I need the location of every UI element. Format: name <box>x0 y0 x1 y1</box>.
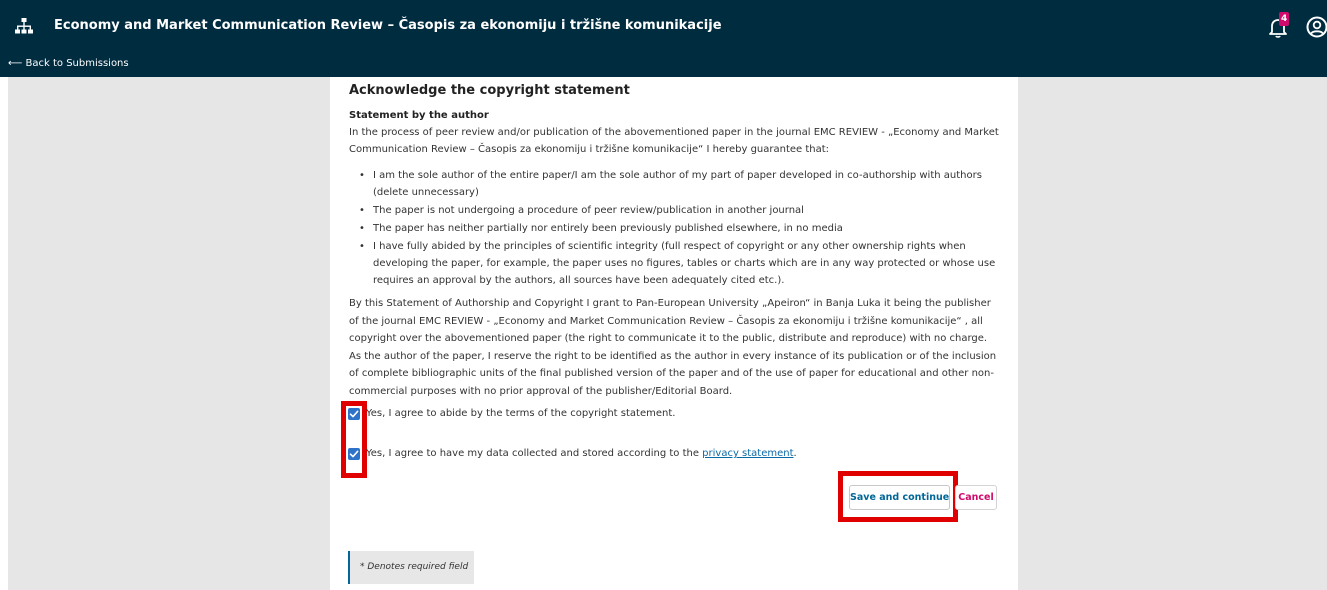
privacy-label-prefix: Yes, I agree to have my data collected a… <box>366 448 703 459</box>
checkmark-icon <box>349 450 359 458</box>
copyright-agree-checkbox[interactable] <box>348 408 360 420</box>
list-item: I am the sole author of the entire paper… <box>349 167 999 201</box>
right-backdrop <box>1018 77 1327 590</box>
notification-badge: 4 <box>1279 12 1290 26</box>
copyright-agree-label[interactable]: Yes, I agree to abide by the terms of th… <box>366 407 675 421</box>
list-item: The paper is not undergoing a procedure … <box>349 202 999 219</box>
privacy-agree-label[interactable]: Yes, I agree to have my data collected a… <box>366 447 797 461</box>
privacy-label-suffix: . <box>793 448 797 459</box>
list-item: The paper has neither partially nor enti… <box>349 220 999 237</box>
required-field-note: * Denotes required field <box>348 551 474 584</box>
privacy-agree-checkbox[interactable] <box>348 448 360 460</box>
cancel-button[interactable]: Cancel <box>955 485 997 510</box>
guarantee-list: I am the sole author of the entire paper… <box>349 167 999 290</box>
sitemap-icon[interactable] <box>14 17 34 35</box>
copyright-grant-text: By this Statement of Authorship and Copy… <box>349 298 997 397</box>
list-item: I have fully abided by the principles of… <box>349 238 999 289</box>
save-and-continue-button[interactable]: Save and continue <box>849 485 950 510</box>
statement-title: Statement by the author <box>349 110 489 121</box>
top-bar: Economy and Market Communication Review … <box>0 0 1327 77</box>
copyright-heading: Acknowledge the copyright statement <box>349 83 630 98</box>
site-title[interactable]: Economy and Market Communication Review … <box>54 17 722 35</box>
checkmark-icon <box>349 410 359 418</box>
user-profile-icon[interactable] <box>1306 16 1327 38</box>
statement-intro: In the process of peer review and/or pub… <box>349 127 999 155</box>
privacy-statement-link[interactable]: privacy statement <box>702 448 793 459</box>
left-backdrop <box>8 77 330 590</box>
back-to-submissions-link[interactable]: ⟵ Back to Submissions <box>8 57 129 71</box>
